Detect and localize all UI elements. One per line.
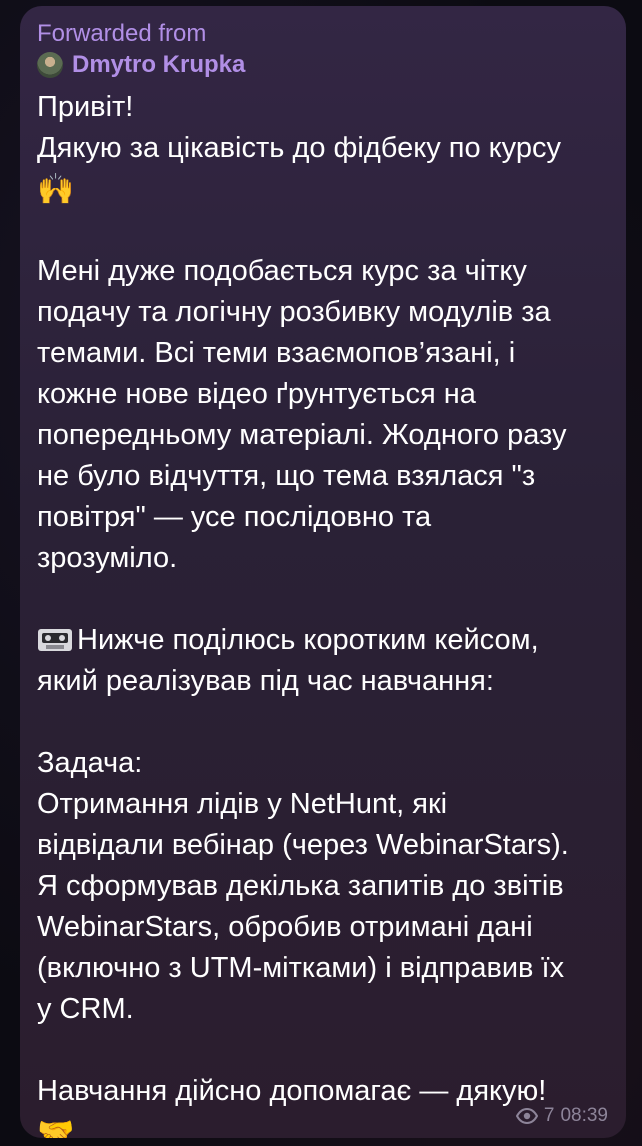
message-line: темами. Всі теми взаємопов’язані, і <box>37 337 516 369</box>
message-line: WebinarStars, обробив отримані дані <box>37 911 533 943</box>
forwarded-author-row[interactable]: Dmytro Krupka <box>37 49 608 81</box>
message-line: Отримання лідів у NetHunt, які <box>37 788 448 820</box>
message-line: зрозуміло. <box>37 542 178 574</box>
message-line: Мені дуже подобається курс за чітку <box>37 255 527 287</box>
message-line: Привіт! <box>37 91 134 123</box>
message-line: у CRM. <box>37 993 134 1025</box>
message-line: Задача: <box>37 747 143 779</box>
raising-hands-emoji: 🙌 <box>37 173 75 206</box>
forwarded-author-name[interactable]: Dmytro Krupka <box>72 49 245 81</box>
message-line: кожне нове відео ґрунтується на <box>37 378 476 410</box>
message-time: 08:39 <box>560 1105 608 1126</box>
forwarded-from-label: Forwarded from <box>37 20 207 47</box>
message-line-with-icon: Нижче поділюсь коротким кейсом, <box>37 620 608 661</box>
message-text: Привіт! Дякую за цікавість до фідбеку по… <box>37 87 608 1138</box>
avatar[interactable] <box>37 52 63 78</box>
message-line: не було відчуття, що тема взялася "з <box>37 460 536 492</box>
message-line: Нижче поділюсь коротким кейсом, <box>77 624 539 656</box>
message-line: відвідали вебінар (через WebinarStars). <box>37 829 569 861</box>
message-line: (включно з UTM-мітками) і відправив їх <box>37 952 565 984</box>
message-line: попередньому матеріалі. Жодного разу <box>37 419 567 451</box>
message-line: повітря" — усе послідовно та <box>37 501 432 533</box>
message-line: Я сформував декілька запитів до звітів <box>37 870 564 902</box>
view-count: 7 <box>543 1105 555 1126</box>
eye-icon <box>515 1108 538 1124</box>
message-line: подачу та логічну розбивку модулів за <box>37 296 551 328</box>
message-bubble[interactable]: Forwarded from Dmytro Krupka Привіт! Дяк… <box>20 6 626 1138</box>
message-line: Дякую за цікавість до фідбеку по курсу <box>37 132 561 164</box>
message-meta: 7 08:39 <box>515 1104 608 1128</box>
videocassette-icon <box>37 624 73 665</box>
message-line: який реалізував під час навчання: <box>37 665 494 697</box>
